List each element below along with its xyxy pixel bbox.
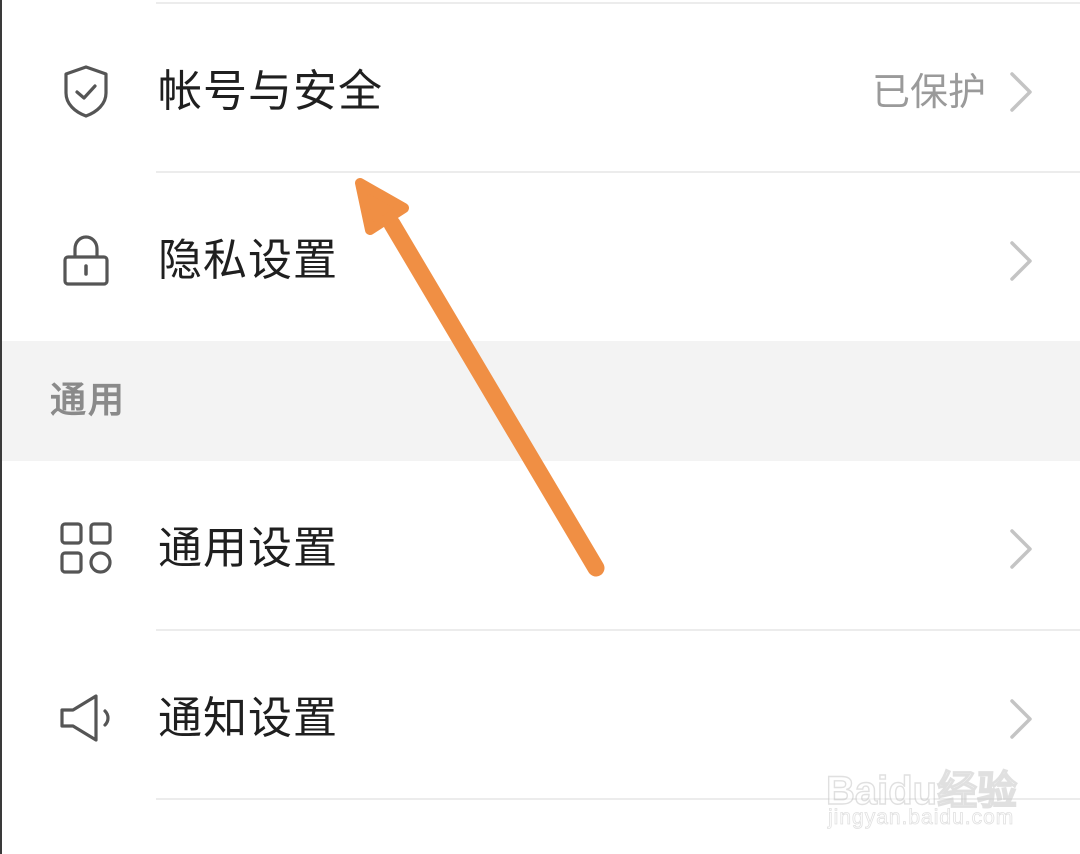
settings-item-general[interactable]: 通用设置 (2, 461, 1080, 631)
settings-item-label: 帐号与安全 (158, 66, 383, 117)
baidu-watermark: Baidu经验 jingyan.baidu.com (825, 734, 1046, 844)
settings-item-label: 通用设置 (158, 523, 338, 574)
chevron-right-icon (1006, 527, 1036, 571)
section-header-general: 通用 (2, 341, 1080, 461)
settings-item-label: 隐私设置 (158, 235, 338, 286)
settings-item-label: 通知设置 (158, 693, 338, 744)
chevron-right-icon (1006, 70, 1036, 114)
lock-icon (56, 230, 116, 290)
watermark-url: jingyan.baidu.com (828, 806, 1015, 830)
settings-item-account-security[interactable]: 帐号与安全 已保护 (2, 4, 1080, 174)
grid-icon (56, 518, 116, 578)
settings-item-privacy[interactable]: 隐私设置 (2, 173, 1080, 343)
chevron-right-icon (1006, 239, 1036, 283)
speaker-icon (56, 688, 116, 748)
status-text: 已保护 (871, 70, 986, 114)
section-title: 通用 (50, 380, 127, 421)
shield-check-icon (56, 61, 116, 121)
